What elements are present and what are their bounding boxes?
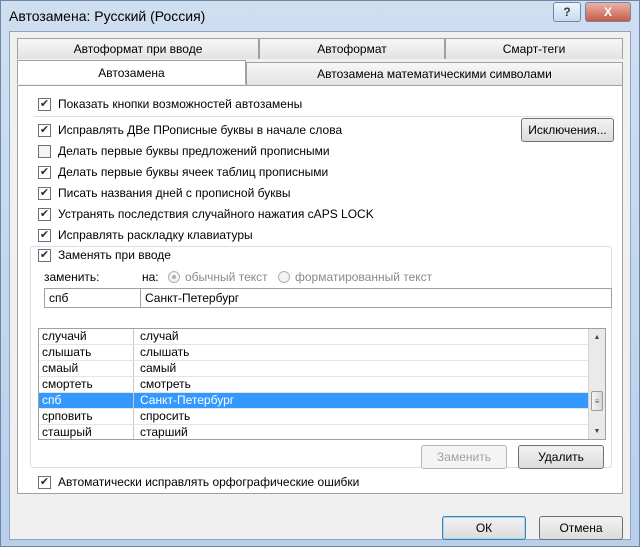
option-sentence-caps-label: Делать первые буквы предложений прописны… [58,144,330,158]
cancel-button[interactable]: Отмена [539,516,623,540]
list-item-to: спросить [140,409,191,423]
list-item-from: спб [39,393,134,408]
tab-autoformat-typing[interactable]: Автоформат при вводе [17,38,259,59]
scroll-up-icon[interactable]: ▲ [589,329,605,345]
help-button[interactable]: ? [553,2,581,22]
checkbox-two-caps[interactable]: ✔ [38,123,51,137]
list-item[interactable]: сташрый старший [39,425,589,439]
radio-formatted-text[interactable]: форматированный текст [278,269,432,285]
checkbox-day-names[interactable]: ✔ [38,186,51,200]
list-item-from: случачй [39,329,134,344]
list-item-from: смаый [39,361,134,376]
ok-button[interactable]: ОК [442,516,526,540]
list-item-from: смортеть [39,377,134,392]
checkbox-auto-spelling[interactable]: ✔ [38,475,51,489]
option-keyboard-layout[interactable]: ✔ Исправлять раскладку клавиатуры [38,227,253,243]
with-label: на: [142,270,159,284]
list-item[interactable]: случачй случай [39,329,589,345]
tab-smart-tags[interactable]: Смарт-теги [445,38,623,59]
option-sentence-caps[interactable]: Делать первые буквы предложений прописны… [38,143,330,159]
separator [34,116,614,117]
replacement-list[interactable]: случачй случай слышать слышать смаый сам… [38,328,606,440]
radio-plain-text[interactable]: обычный текст [168,269,268,285]
list-item-to: Санкт-Петербург [140,393,235,407]
dialog-client: Автоформат при вводе Автоформат Смарт-те… [9,31,631,540]
option-table-caps-label: Делать первые буквы ячеек таблиц прописн… [58,165,329,179]
list-item-to: слышать [140,345,190,359]
list-item[interactable]: смаый самый [39,361,589,377]
list-item[interactable]: смортеть смотреть [39,377,589,393]
checkbox-show-buttons[interactable]: ✔ [38,97,51,111]
checkbox-replace-typing[interactable]: ✔ [38,248,51,262]
option-show-buttons-label: Показать кнопки возможностей автозамены [58,97,303,111]
list-item-to: старший [140,425,188,439]
replace-label: заменить: [44,270,100,284]
option-replace-typing[interactable]: ✔ Заменять при вводе [38,247,175,263]
list-item[interactable]: слышать слышать [39,345,589,361]
tab-autocorrect[interactable]: Автозамена [17,60,246,84]
option-auto-spelling[interactable]: ✔ Автоматически исправлять орфографическ… [38,474,359,490]
checkbox-caps-lock[interactable]: ✔ [38,207,51,221]
replace-button[interactable]: Заменить [421,445,507,469]
radio-plain-text-indicator[interactable] [168,271,180,283]
option-two-caps[interactable]: ✔ Исправлять ДВе ПРописные буквы в начал… [38,122,342,138]
option-show-buttons[interactable]: ✔ Показать кнопки возможностей автозамен… [38,96,302,112]
radio-formatted-text-indicator[interactable] [278,271,290,283]
list-scrollbar[interactable]: ▲ ≡ ▼ [588,329,605,439]
option-keyboard-layout-label: Исправлять раскладку клавиатуры [58,228,253,242]
option-replace-typing-label: Заменять при вводе [58,248,171,262]
checkbox-keyboard-layout[interactable]: ✔ [38,228,51,242]
title-bar[interactable]: Автозамена: Русский (Россия) ? X [1,1,639,31]
autocorrect-dialog: Автозамена: Русский (Россия) ? X Автофор… [0,0,640,547]
close-button[interactable]: X [585,2,631,22]
list-item-from: слышать [39,345,134,360]
option-day-names-label: Писать названия дней с прописной буквы [58,186,291,200]
delete-button[interactable]: Удалить [518,445,604,469]
option-caps-lock-label: Устранять последствия случайного нажатия… [58,207,374,221]
with-input[interactable]: Санкт-Петербург [140,288,612,308]
exceptions-button[interactable]: Исключения... [521,118,614,142]
list-item-to: смотреть [140,377,191,391]
scroll-thumb[interactable]: ≡ [591,391,603,411]
option-two-caps-label: Исправлять ДВе ПРописные буквы в начале … [58,123,343,137]
window-title: Автозамена: Русский (Россия) [9,8,206,24]
option-caps-lock[interactable]: ✔ Устранять последствия случайного нажат… [38,206,374,222]
option-table-caps[interactable]: ✔ Делать первые буквы ячеек таблиц пропи… [38,164,328,180]
tab-autoformat[interactable]: Автоформат [259,38,445,59]
list-item-selected[interactable]: спб Санкт-Петербург [39,393,589,409]
radio-formatted-text-label: форматированный текст [295,270,433,284]
option-day-names[interactable]: ✔ Писать названия дней с прописной буквы [38,185,290,201]
list-item-from: сташрый [39,425,134,439]
checkbox-table-caps[interactable]: ✔ [38,165,51,179]
option-auto-spelling-label: Автоматически исправлять орфографические… [58,475,360,489]
radio-plain-text-label: обычный текст [185,270,268,284]
checkbox-sentence-caps[interactable] [38,144,51,158]
list-item-from: срповить [39,409,134,424]
replace-input[interactable]: спб [44,288,141,308]
list-item[interactable]: срповить спросить [39,409,589,425]
list-item-to: случай [140,329,179,343]
list-item-to: самый [140,361,177,375]
scroll-down-icon[interactable]: ▼ [589,423,605,439]
tab-math-autocorrect[interactable]: Автозамена математическими символами [246,62,623,85]
